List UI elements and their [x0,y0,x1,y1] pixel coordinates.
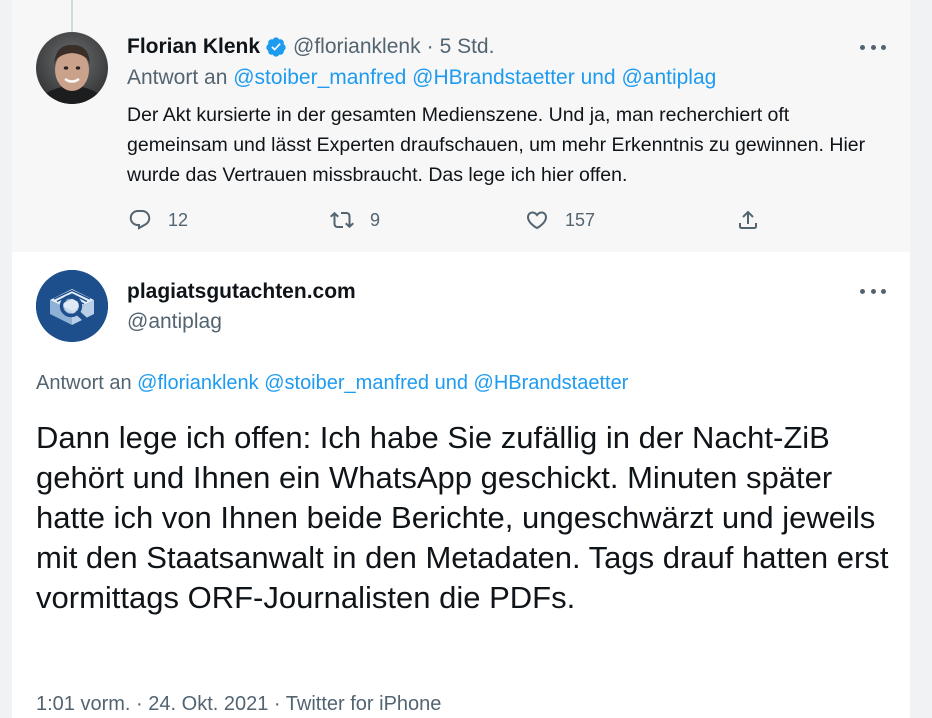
tweet-text: Der Akt kursierte in der gesamten Medien… [127,104,866,186]
tweet-time[interactable]: 5 Std. [440,35,495,59]
parent-tweet-header: Florian Klenk @florianklenk · 5 Std. [127,34,494,60]
tweet-client[interactable]: Twitter for iPhone [286,693,442,715]
more-icon[interactable] [860,42,886,52]
like-count: 157 [565,209,596,230]
like-icon [526,211,548,230]
tweet-time[interactable]: 1:01 vorm. [36,693,130,715]
reply-and-link[interactable]: und [581,66,616,89]
verified-badge-icon [265,36,287,58]
plagiarism-logo-icon [36,270,108,342]
tweet-metadata: 1:01 vorm. · 24. Okt. 2021 · Twitter for… [36,693,441,716]
reply-button[interactable]: 12 [128,203,188,237]
reply-mention-link[interactable]: @HBrandstaetter [412,66,575,89]
thread-connector-line [71,0,73,32]
like-button[interactable]: 157 [525,203,595,237]
share-button[interactable] [736,203,776,237]
reply-count: 12 [168,209,189,230]
author-handle[interactable]: @antiplag [127,310,222,334]
tweet-date[interactable]: 24. Okt. 2021 [148,693,268,715]
reply-to-line: Antwort an @florianklenk @stoiber_manfre… [36,372,628,395]
reply-mention-link[interactable]: @antiplag [621,66,716,89]
tweet-thread: Florian Klenk @florianklenk · 5 Std. Ant… [12,0,910,718]
retweet-button[interactable]: 9 [330,203,380,237]
reply-mention-link[interactable]: @HBrandstaetter [474,372,629,394]
reply-icon [129,210,151,230]
meta-separator: · [136,693,143,715]
parent-tweet[interactable]: Florian Klenk @florianklenk · 5 Std. Ant… [12,0,910,252]
reply-prefix: Antwort an [36,372,132,394]
reply-prefix: Antwort an [127,66,228,89]
avatar[interactable] [36,270,108,342]
retweet-count: 9 [370,209,381,230]
tweet-actions: 12 9 157 [12,203,910,237]
reply-mention-link[interactable]: @florianklenk [137,372,258,394]
more-icon[interactable] [860,286,886,296]
share-icon [739,210,757,229]
author-name[interactable]: Florian Klenk [127,35,260,59]
avatar[interactable] [36,32,108,104]
tweet-text: Dann lege ich offen: Ich habe Sie zufäll… [36,420,889,615]
reply-mention-link[interactable]: @stoiber_manfred [264,372,429,394]
reply-and-link[interactable]: und [435,372,468,394]
header-separator: · [426,35,434,58]
author-handle[interactable]: @florianklenk [293,35,421,59]
reply-mention-link[interactable]: @stoiber_manfred [233,66,406,89]
author-name[interactable]: plagiatsgutachten.com [127,280,356,304]
retweet-icon [330,211,354,229]
meta-separator: · [273,693,281,715]
reply-to-line: Antwort an @stoiber_manfred @HBrandstaet… [127,66,716,90]
avatar-photo-icon [36,32,108,104]
